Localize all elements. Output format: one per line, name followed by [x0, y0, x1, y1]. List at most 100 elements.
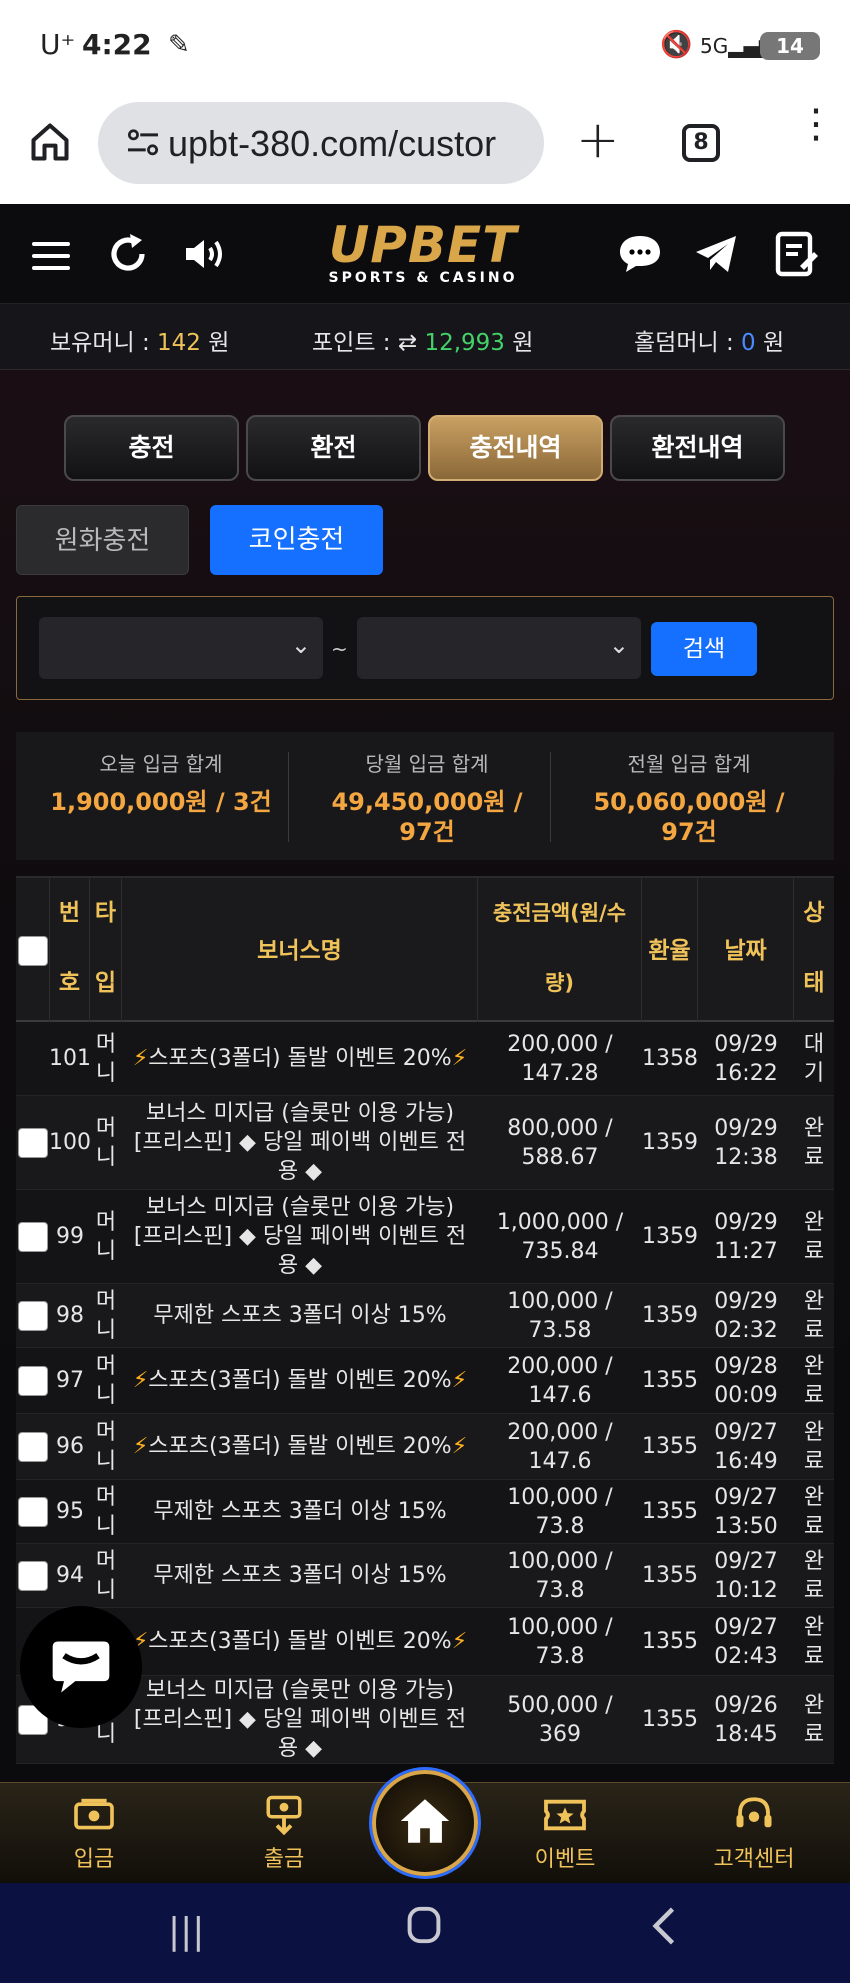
row-status: 완료	[803, 1419, 825, 1474]
balance-bar: 보유머니 : 142 원 포인트 : ⇄ 12,993 원 홀덤머니 : 0 원	[0, 304, 850, 370]
row-checkbox-cell	[16, 1414, 50, 1479]
nav-withdraw[interactable]: 출금	[224, 1793, 344, 1873]
battery-icon: 14	[760, 32, 820, 60]
main-content: 충전 환전 충전내역 환전내역 원화충전 코인충전 ⌄ ~ ⌄ 검색 오늘 입금…	[0, 370, 850, 1782]
row-date: 09/27 16:49	[714, 1419, 778, 1474]
chevron-down-icon: ⌄	[608, 631, 629, 659]
tab-deposit-history[interactable]: 충전내역	[428, 415, 603, 481]
nav-event[interactable]: 이벤트	[505, 1793, 625, 1873]
points[interactable]: 포인트 : ⇄ 12,993 원	[312, 323, 533, 357]
row-number: 99	[56, 1224, 84, 1249]
chevron-down-icon: ⌄	[290, 631, 311, 659]
row-date: 09/26 18:45	[714, 1692, 778, 1747]
browser-home-icon[interactable]	[28, 120, 72, 164]
row-date: 09/29 16:22	[714, 1031, 778, 1086]
table-row[interactable]: 99 머니 보너스 미지급 (슬롯만 이용 가능) [프리스핀] ◆ 당일 페이백 …	[16, 1190, 834, 1284]
lightning-icon: ⚡	[451, 1629, 468, 1654]
chat-icon[interactable]	[616, 230, 664, 278]
row-number: 101	[49, 1046, 91, 1071]
link-icon: ✎	[168, 30, 190, 60]
table-row[interactable]: 94 머니 무제한 스포츠 3폴더 이상 15% 100,000 / 73.8 1355…	[16, 1544, 834, 1608]
live-chat-button[interactable]	[20, 1606, 142, 1728]
row-amount: 100,000 / 73.8	[507, 1484, 613, 1539]
table-row[interactable]: 96 머니 ⚡스포츠(3폴더) 돌발 이벤트 20%⚡ 200,000 / 147.6…	[16, 1414, 834, 1480]
row-number: 98	[56, 1303, 84, 1328]
table-row[interactable]: 101 머니 ⚡스포츠(3폴더) 돌발 이벤트 20%⚡ 200,000 / 147.…	[16, 1022, 834, 1096]
select-all-cell	[16, 878, 50, 1024]
select-all-checkbox[interactable]	[18, 936, 48, 966]
address-bar[interactable]: upbt-380.com/custor	[98, 102, 544, 184]
row-bonus-name: 보너스 미지급 (슬롯만 이용 가능) [프리스핀] ◆ 당일 페이백 이벤트 …	[133, 1678, 467, 1761]
table-row[interactable]: 100 머니 보너스 미지급 (슬롯만 이용 가능) [프리스핀] ◆ 당일 페이백…	[16, 1096, 834, 1190]
row-number: 95	[56, 1499, 84, 1524]
table-row[interactable]: 92머니보너스 미지급 (슬롯만 이용 가능) [프리스핀] ◆ 당일 페이백 …	[16, 1676, 834, 1764]
table-row[interactable]: 95 머니 무제한 스포츠 3폴더 이상 15% 100,000 / 73.8 1355…	[16, 1480, 834, 1544]
header-status: 상태	[803, 900, 825, 996]
search-button[interactable]: 검색	[651, 622, 757, 676]
row-date: 09/29 11:27	[714, 1209, 778, 1264]
nav-support[interactable]: 고객센터	[694, 1793, 814, 1873]
row-checkbox[interactable]	[18, 1127, 48, 1158]
row-date: 09/29 02:32	[714, 1288, 778, 1343]
table-row[interactable]: 97 머니 ⚡스포츠(3폴더) 돌발 이벤트 20%⚡ 200,000 / 147.6…	[16, 1348, 834, 1414]
tab-withdraw[interactable]: 환전	[246, 415, 421, 481]
header-type: 타입	[90, 878, 122, 1024]
row-bonus-name: ⚡스포츠(3폴더) 돌발 이벤트 20%⚡	[132, 1368, 468, 1393]
home-icon	[400, 1799, 450, 1843]
chat-bubble-icon	[52, 1641, 110, 1693]
row-checkbox[interactable]	[18, 1560, 48, 1591]
lightning-icon: ⚡	[451, 1046, 468, 1071]
row-status: 완료	[803, 1484, 825, 1539]
subtab-krw-deposit[interactable]: 원화충전	[16, 505, 189, 575]
browser-menu-icon[interactable]: ⋮	[796, 104, 836, 144]
new-tab-icon[interactable]: +	[576, 110, 620, 170]
header-rate: 환율	[642, 878, 698, 1024]
start-date-select[interactable]: ⌄	[39, 617, 323, 679]
url-text[interactable]: upbt-380.com/custor	[168, 123, 528, 165]
row-bonus-name: ⚡스포츠(3폴더) 돌발 이벤트 20%⚡	[132, 1434, 468, 1459]
table-row[interactable]: 98 머니 무제한 스포츠 3폴더 이상 15% 100,000 / 73.58 135…	[16, 1284, 834, 1348]
tab-switcher-button[interactable]: 8	[682, 124, 720, 162]
lightning-icon: ⚡	[451, 1368, 468, 1393]
row-checkbox[interactable]	[18, 1300, 48, 1331]
mute-icon: 🔇	[660, 30, 693, 60]
end-date-select[interactable]: ⌄	[357, 617, 641, 679]
row-bonus-name: 무제한 스포츠 3폴더 이상 15%	[153, 1303, 447, 1328]
row-checkbox-cell	[16, 1480, 50, 1543]
nav-deposit[interactable]: 입금	[34, 1793, 154, 1873]
sound-icon[interactable]	[182, 230, 230, 278]
row-amount: 100,000 / 73.8	[507, 1614, 613, 1669]
row-checkbox[interactable]	[18, 1221, 48, 1252]
tab-withdraw-history[interactable]: 환전내역	[610, 415, 785, 481]
row-checkbox[interactable]	[18, 1496, 48, 1527]
lightning-icon: ⚡	[132, 1368, 149, 1393]
recent-apps-icon[interactable]: |||	[168, 1911, 204, 1952]
row-number: 94	[56, 1563, 84, 1588]
home-system-icon[interactable]	[406, 1905, 442, 1954]
row-bonus-name: 무제한 스포츠 3폴더 이상 15%	[153, 1499, 447, 1524]
row-bonus-name: 보너스 미지급 (슬롯만 이용 가능) [프리스핀] ◆ 당일 페이백 이벤트 …	[133, 1101, 467, 1184]
row-date: 09/27 10:12	[714, 1548, 778, 1603]
row-bonus-name: 무제한 스포츠 3폴더 이상 15%	[153, 1563, 447, 1588]
back-icon[interactable]	[650, 1905, 680, 1956]
refresh-icon[interactable]	[104, 230, 152, 278]
nav-home-button[interactable]	[372, 1770, 478, 1876]
hamburger-menu-icon[interactable]	[32, 242, 70, 270]
row-checkbox[interactable]	[18, 1431, 48, 1462]
row-amount: 200,000 / 147.6	[507, 1353, 613, 1408]
row-number: 96	[56, 1434, 84, 1459]
telegram-icon[interactable]	[692, 230, 740, 278]
row-type: 머니	[95, 1288, 117, 1343]
site-settings-icon[interactable]	[126, 128, 160, 158]
row-checkbox-cell	[16, 1190, 50, 1283]
notice-board-icon[interactable]	[772, 230, 820, 278]
site-logo[interactable]: UPBET SPORTS & CASINO	[308, 220, 538, 286]
row-rate: 1355	[642, 1499, 698, 1524]
row-checkbox[interactable]	[18, 1365, 48, 1396]
tab-deposit[interactable]: 충전	[64, 415, 239, 481]
row-checkbox-cell	[16, 1022, 50, 1095]
row-bonus-name: 보너스 미지급 (슬롯만 이용 가능) [프리스핀] ◆ 당일 페이백 이벤트 …	[133, 1195, 467, 1278]
browser-toolbar: upbt-380.com/custor + 8 ⋮	[0, 92, 850, 204]
subtab-coin-deposit[interactable]: 코인충전	[210, 505, 383, 575]
row-rate: 1355	[642, 1707, 698, 1732]
